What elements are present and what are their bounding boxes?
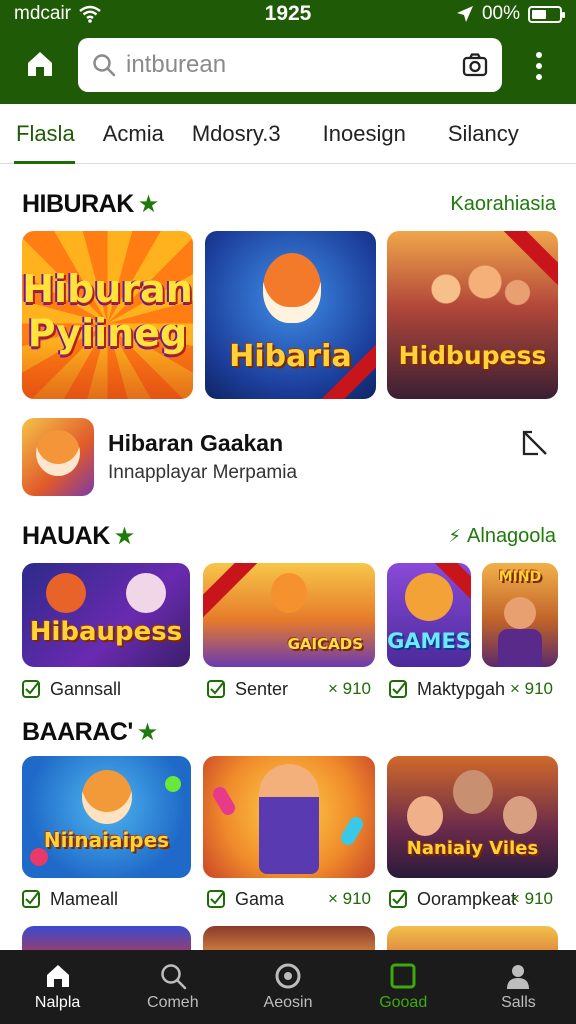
- nav-item-gooad[interactable]: Gooad: [346, 950, 461, 1024]
- search-icon: [93, 54, 116, 77]
- game-tile[interactable]: Niinaiaipes: [22, 756, 191, 878]
- section-header-baarac: BAARAC' ★: [22, 716, 556, 748]
- category-tabs: Flasla Acmia Mdosry.3 Inoesign Silancy: [0, 104, 576, 164]
- home-button[interactable]: [20, 44, 60, 84]
- tab-acmia[interactable]: Acmia: [89, 104, 178, 164]
- game-tile[interactable]: [203, 756, 375, 878]
- game-tile[interactable]: MIND: [482, 563, 558, 667]
- lightning-icon: ⚡: [448, 525, 462, 546]
- tile-title: Niinaiaipes: [43, 828, 170, 852]
- item-label: Maktypgah: [417, 678, 506, 699]
- status-bar: mdcair 1925 00%: [0, 0, 576, 28]
- tile-title: GAMES: [387, 629, 471, 653]
- app-icon: [22, 418, 94, 496]
- hero-character-image: [259, 764, 319, 874]
- section-title: HAUAK: [22, 521, 110, 550]
- check-box-icon: [207, 890, 225, 908]
- tile-title: Hiburan Pyiineg: [22, 267, 193, 355]
- item-label: Gannsall: [50, 678, 122, 699]
- section-header-hiburak: HIBURAK ★ Kaorahiasia: [22, 188, 556, 220]
- featured-app-row[interactable]: Hibaran Gaakan Innapplayar Merpamia: [22, 418, 556, 498]
- game-tile[interactable]: GAMES: [387, 563, 471, 667]
- check-box-icon: [22, 680, 40, 698]
- nav-label: Comeh: [147, 994, 199, 1011]
- item-label: Senter: [235, 678, 289, 699]
- list-item[interactable]: Maktypgah: [389, 676, 505, 702]
- item-count: × 910: [510, 889, 554, 908]
- nav-label: Gooad: [379, 994, 428, 1011]
- top-app-bar: mdcair 1925 00%: [0, 0, 576, 104]
- nav-item-home[interactable]: Nalpla: [0, 950, 115, 1024]
- mascot-fox-image: [263, 253, 321, 323]
- nav-label: Nalpla: [34, 994, 81, 1011]
- item-count: × 910: [328, 679, 372, 698]
- see-all-link[interactable]: ⚡ Alnagoola: [448, 525, 556, 548]
- square-icon: [390, 963, 416, 989]
- item-label: Oorampkeat: [417, 888, 517, 909]
- section-header-hauak: HAUAK ★ ⚡ Alnagoola: [22, 520, 556, 552]
- bottom-navigation: Nalpla Comeh Aeosin Gooad Salls: [0, 950, 576, 1024]
- game-tile[interactable]: Hiburan Pyiineg: [22, 231, 193, 399]
- list-item[interactable]: Oorampkeat: [389, 886, 516, 912]
- tab-flasla[interactable]: Flasla: [0, 104, 89, 164]
- check-box-icon: [389, 890, 407, 908]
- tile-title: MIND: [498, 569, 542, 585]
- tab-inoesign[interactable]: Inoesign: [295, 104, 420, 164]
- item-label: Gama: [235, 888, 285, 909]
- open-external-icon[interactable]: [520, 428, 550, 458]
- tile-title: Hibaupess: [29, 617, 183, 647]
- battery-percent: 00%: [481, 3, 520, 24]
- tab-silancy[interactable]: Silancy: [420, 104, 533, 164]
- featured-app-subtitle: Innapplayar Merpamia: [108, 462, 298, 483]
- home-icon: [28, 52, 52, 76]
- item-count: × 910: [328, 889, 372, 908]
- star-icon: ★: [136, 718, 159, 746]
- more-options-button[interactable]: [524, 46, 554, 86]
- home-icon: [46, 965, 69, 987]
- nav-item-disc[interactable]: Aeosin: [230, 950, 345, 1024]
- list-item[interactable]: Senter: [207, 676, 288, 702]
- item-count: × 910: [510, 679, 554, 698]
- nav-item-search[interactable]: Comeh: [115, 950, 230, 1024]
- disc-icon: [275, 963, 301, 989]
- list-item[interactable]: Gannsall: [22, 676, 121, 702]
- star-icon: ★: [113, 522, 136, 550]
- person-icon: [507, 965, 530, 989]
- game-tile[interactable]: Hibaupess: [22, 563, 190, 667]
- tile-title: Hidbupess: [398, 341, 547, 370]
- nav-label: Salls: [501, 994, 536, 1011]
- tab-mdosry[interactable]: Mdosry.3: [178, 104, 295, 164]
- tile-title: GAICADS: [287, 635, 363, 653]
- nav-item-profile[interactable]: Salls: [461, 950, 576, 1024]
- check-box-icon: [389, 680, 407, 698]
- game-tile[interactable]: Hidbupess: [387, 231, 558, 399]
- game-tile[interactable]: GAICADS: [203, 563, 375, 667]
- list-item[interactable]: Mameall: [22, 886, 118, 912]
- battery-icon: [528, 5, 565, 23]
- section-title: HIBURAK: [22, 189, 134, 218]
- location-arrow-icon: [456, 6, 473, 22]
- nav-label: Aeosin: [263, 994, 313, 1011]
- star-icon: ★: [137, 190, 160, 218]
- camera-icon[interactable]: [462, 53, 488, 77]
- search-input[interactable]: [126, 51, 462, 79]
- featured-app-title: Hibaran Gaakan: [108, 430, 284, 456]
- game-tile[interactable]: Hibaria: [205, 231, 376, 399]
- search-icon: [161, 964, 187, 990]
- list-item[interactable]: Gama: [207, 886, 284, 912]
- game-tile[interactable]: Naniaiy Viles: [387, 756, 558, 878]
- check-box-icon: [207, 680, 225, 698]
- characters-image: [407, 261, 537, 331]
- search-bar[interactable]: [78, 38, 502, 92]
- tile-title: Naniaiy Viles: [406, 838, 539, 859]
- see-all-link[interactable]: Kaorahiasia: [450, 193, 556, 216]
- check-box-icon: [22, 890, 40, 908]
- section-title: BAARAC': [22, 717, 133, 746]
- item-label: Mameall: [50, 888, 119, 909]
